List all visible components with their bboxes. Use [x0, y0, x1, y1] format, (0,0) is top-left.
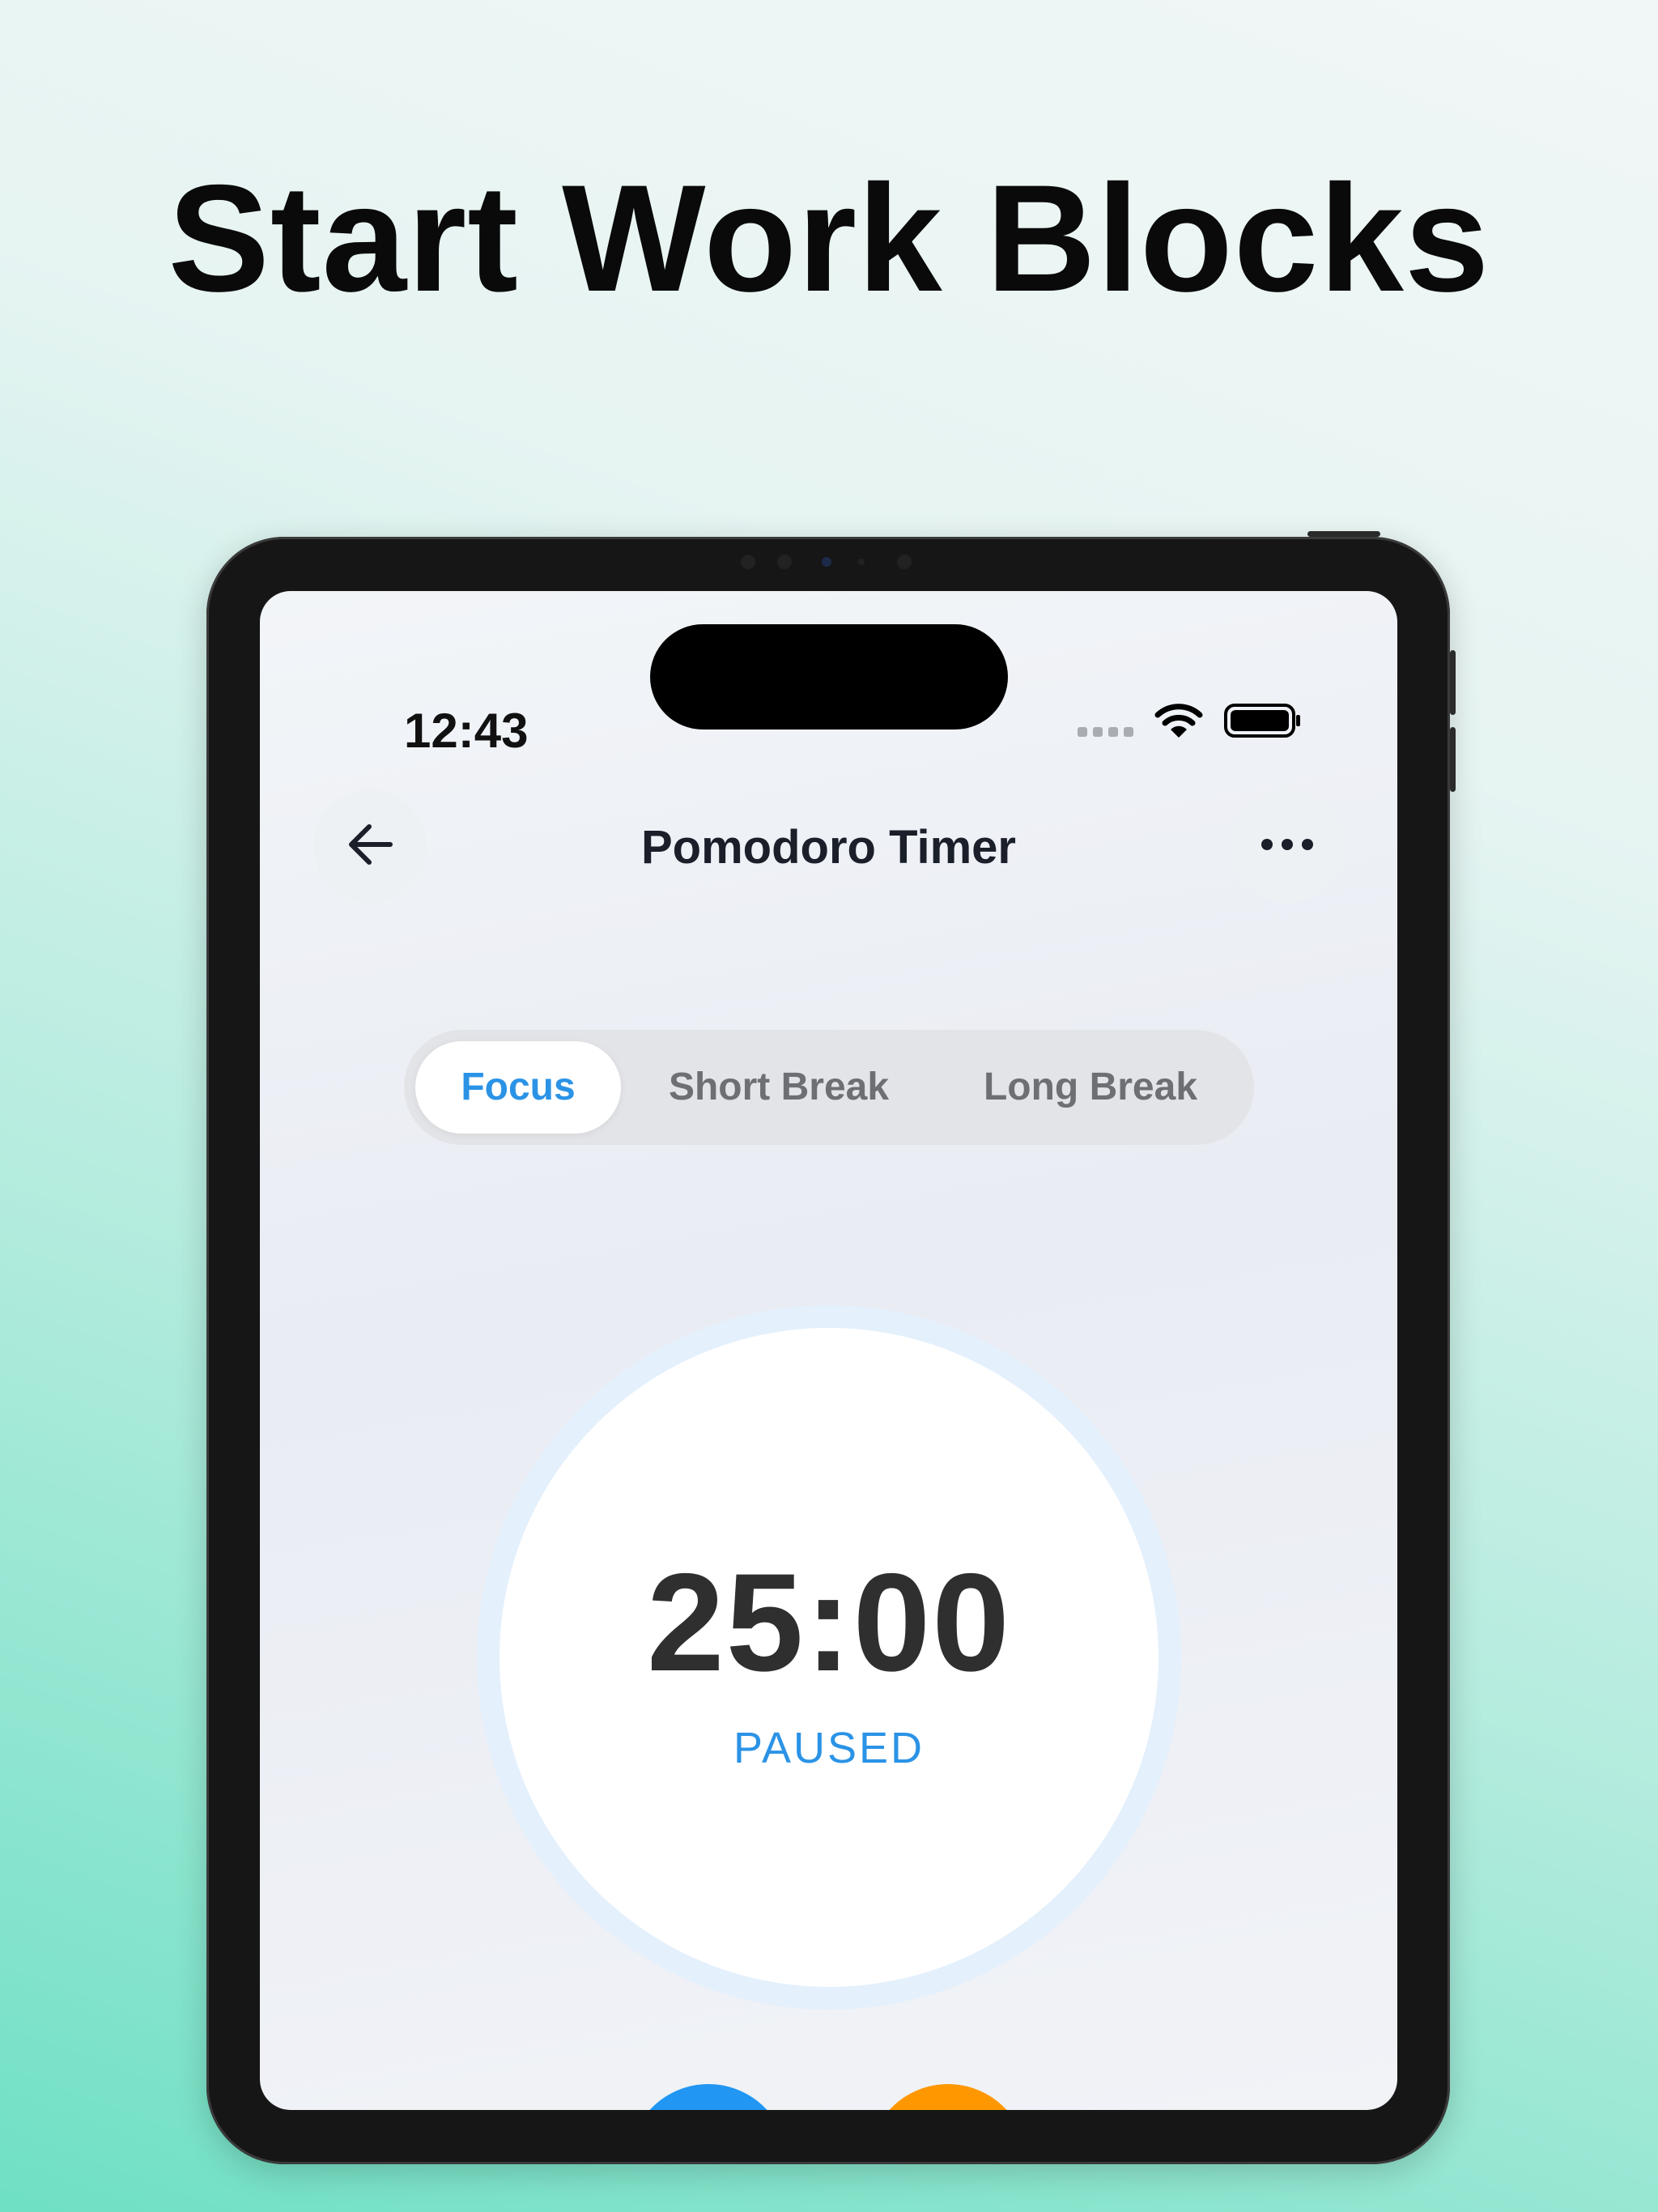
timer-status-label: PAUSED [733, 1724, 925, 1772]
battery-icon [1224, 702, 1302, 743]
mode-tab-short-break[interactable]: Short Break [632, 1041, 925, 1134]
wifi-icon [1154, 702, 1203, 743]
page-title: Pomodoro Timer [641, 821, 1016, 874]
front-camera-sensor [777, 555, 792, 569]
dynamic-island [650, 624, 1008, 730]
cellular-signal-icon [1078, 726, 1133, 737]
mode-tab-focus[interactable]: Focus [415, 1041, 621, 1134]
reset-button[interactable] [869, 2084, 1027, 2110]
status-bar-time: 12:43 [404, 704, 529, 758]
start-button[interactable] [629, 2084, 788, 2110]
device-volume-up-button [1450, 650, 1456, 715]
front-camera-sensor [858, 559, 865, 565]
timer-dial: 25:00 PAUSED [500, 1328, 1158, 1987]
front-camera-sensor [897, 555, 912, 569]
status-bar-indicators [1078, 702, 1302, 743]
device-volume-down-button [1450, 727, 1456, 792]
front-camera-sensor [741, 555, 755, 569]
more-options-button[interactable] [1231, 789, 1344, 903]
app-screen: 12:43 Pomodoro Timer Focus Short Break L… [260, 591, 1397, 2110]
mode-tab-long-break[interactable]: Long Break [938, 1041, 1243, 1134]
promo-headline: Start Work Blocks [168, 153, 1490, 323]
tablet-device-frame: 12:43 Pomodoro Timer Focus Short Break L… [206, 531, 1456, 2164]
device-top-button [1307, 531, 1380, 537]
timer-mode-selector: Focus Short Break Long Break [404, 1030, 1254, 1145]
more-horizontal-icon [1261, 838, 1314, 855]
timer-countdown: 25:00 [647, 1545, 1011, 1700]
front-camera-lens [822, 557, 831, 567]
